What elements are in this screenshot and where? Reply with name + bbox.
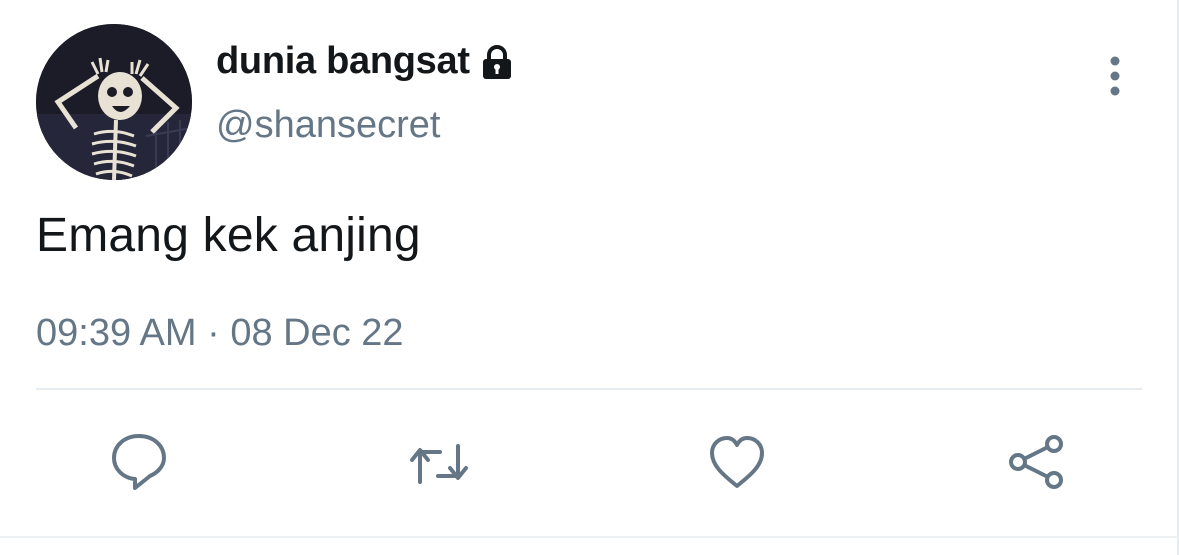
more-vertical-icon bbox=[1110, 56, 1120, 96]
user-handle[interactable]: @shansecret bbox=[216, 104, 440, 147]
author-row: dunia bangsat bbox=[216, 40, 514, 83]
retweet-button[interactable] bbox=[404, 428, 474, 498]
heart-icon bbox=[710, 436, 764, 488]
like-button[interactable] bbox=[702, 428, 772, 498]
avatar[interactable] bbox=[36, 24, 192, 180]
tweet-timestamp[interactable]: 09:39 AM · 08 Dec 22 bbox=[36, 312, 404, 355]
tweet-card: dunia bangsat @shansecret Emang kek anji… bbox=[0, 0, 1179, 555]
bottom-border bbox=[0, 536, 1179, 538]
more-options-button[interactable] bbox=[1094, 52, 1138, 100]
display-name[interactable]: dunia bangsat bbox=[216, 40, 470, 83]
reply-button[interactable] bbox=[104, 428, 174, 498]
divider bbox=[36, 388, 1142, 390]
tweet-text: Emang kek anjing bbox=[36, 209, 421, 262]
retweet-icon bbox=[410, 444, 468, 484]
share-icon bbox=[1009, 435, 1063, 489]
share-button[interactable] bbox=[1002, 428, 1072, 498]
reply-bubble-icon bbox=[112, 434, 166, 490]
skeleton-avatar-image bbox=[36, 24, 192, 180]
lock-icon bbox=[480, 43, 514, 81]
